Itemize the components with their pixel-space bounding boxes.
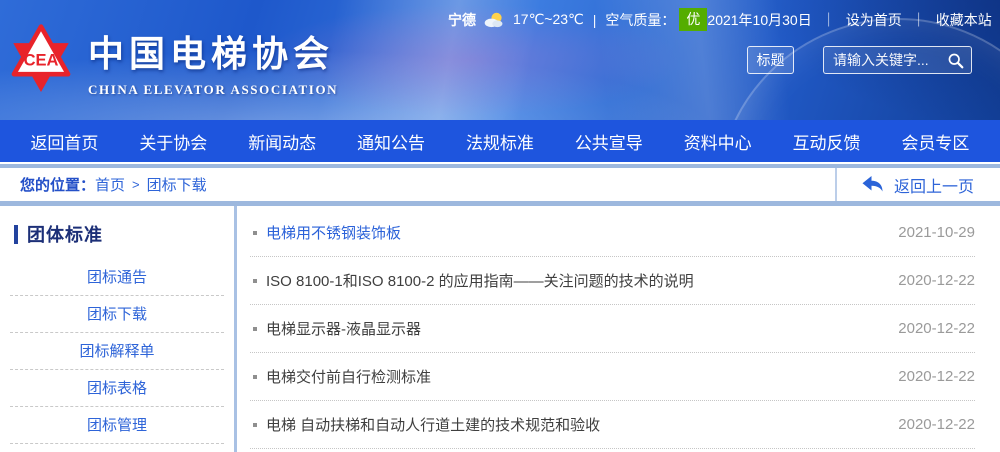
nav-item-members[interactable]: 会员专区 bbox=[901, 129, 969, 154]
nav-item-resources[interactable]: 资料中心 bbox=[684, 129, 752, 154]
sidebar-item-interpretation[interactable]: 团标解释单 bbox=[10, 333, 224, 370]
nav-item-home[interactable]: 返回首页 bbox=[30, 129, 98, 154]
article-date: 2021-10-29 bbox=[898, 224, 975, 241]
article-link[interactable]: ISO 8100-1和ISO 8100-2 的应用指南——关注问题的技术的说明 bbox=[266, 270, 878, 291]
sidebar-item-forms[interactable]: 团标表格 bbox=[10, 370, 224, 407]
topbar-separator: ｜ bbox=[822, 10, 836, 30]
article-link[interactable]: 电梯用不锈钢装饰板 bbox=[266, 222, 878, 243]
bullet-icon bbox=[253, 423, 257, 427]
article-date: 2020-12-22 bbox=[898, 272, 975, 289]
cea-logo[interactable]: CEA bbox=[8, 23, 74, 95]
list-item: ISO 8100-1和ISO 8100-2 的应用指南——关注问题的技术的说明 … bbox=[250, 257, 975, 305]
air-quality-badge: 优 bbox=[679, 8, 707, 31]
content-area: 团体标准 团标通告 团标下载 团标解释单 团标表格 团标管理 电梯用不锈钢装饰板… bbox=[0, 206, 1000, 452]
bullet-icon bbox=[253, 375, 257, 379]
list-item: 电梯显示器-液晶显示器 2020-12-22 bbox=[250, 305, 975, 353]
search-box bbox=[823, 46, 972, 74]
article-link[interactable]: 电梯 自动扶梯和自动人行道土建的技术规范和验收 bbox=[266, 414, 878, 435]
breadcrumb-home-link[interactable]: 首页 bbox=[95, 174, 125, 195]
hexagram-star-icon: CEA bbox=[8, 23, 74, 95]
back-button-label: 返回上一页 bbox=[894, 173, 974, 197]
nav-item-notices[interactable]: 通知公告 bbox=[357, 129, 425, 154]
search-area: 标题 bbox=[747, 46, 972, 74]
back-button[interactable]: 返回上一页 bbox=[835, 168, 1000, 201]
sidebar: 团体标准 团标通告 团标下载 团标解释单 团标表格 团标管理 bbox=[0, 206, 237, 452]
topbar-separator: | bbox=[593, 12, 597, 28]
bullet-icon bbox=[253, 279, 257, 283]
set-home-link[interactable]: 设为首页 bbox=[846, 10, 902, 30]
breadcrumb: 您的位置： 首页 > 团标下载 bbox=[0, 174, 207, 195]
breadcrumb-label: 您的位置： bbox=[20, 174, 95, 195]
temperature-range: 17℃~23℃ bbox=[513, 11, 584, 28]
nav-item-publicity[interactable]: 公共宣导 bbox=[575, 129, 643, 154]
nav-item-feedback[interactable]: 互动反馈 bbox=[793, 129, 861, 154]
site-title: 中国电梯协会 bbox=[88, 25, 338, 77]
back-arrow-icon bbox=[861, 175, 884, 194]
bullet-icon bbox=[253, 231, 257, 235]
article-date: 2020-12-22 bbox=[898, 368, 975, 385]
site-subtitle: CHINA ELEVATOR ASSOCIATION bbox=[88, 82, 338, 98]
nav-item-about[interactable]: 关于协会 bbox=[139, 129, 207, 154]
nav-item-standards[interactable]: 法规标准 bbox=[466, 129, 534, 154]
list-item: 电梯 自动扶梯和自动人行道土建的技术规范和验收 2020-12-22 bbox=[250, 401, 975, 449]
breadcrumb-separator: > bbox=[132, 177, 140, 192]
bullet-icon bbox=[253, 327, 257, 331]
breadcrumb-current-link[interactable]: 团标下载 bbox=[147, 174, 207, 195]
favorite-link[interactable]: 收藏本站 bbox=[936, 10, 992, 30]
article-link[interactable]: 电梯交付前自行检测标准 bbox=[266, 366, 878, 387]
search-icon[interactable] bbox=[947, 52, 964, 74]
sidebar-item-download[interactable]: 团标下载 bbox=[10, 296, 224, 333]
nav-item-news[interactable]: 新闻动态 bbox=[248, 129, 316, 154]
list-item: 电梯用不锈钢装饰板 2021-10-29 bbox=[250, 209, 975, 257]
article-date: 2020-12-22 bbox=[898, 416, 975, 433]
title-accent-bar bbox=[14, 225, 18, 244]
topbar: 宁德 17℃~23℃ | 空气质量： 优 2021年10月30日 ｜ 设为首页 … bbox=[448, 8, 987, 31]
main-nav: 返回首页 关于协会 新闻动态 通知公告 法规标准 公共宣导 资料中心 互动反馈 … bbox=[0, 120, 1000, 162]
weather-city: 宁德 bbox=[448, 10, 476, 30]
article-link[interactable]: 电梯显示器-液晶显示器 bbox=[266, 318, 878, 339]
site-header: CEA 中国电梯协会 CHINA ELEVATOR ASSOCIATION 宁德… bbox=[0, 0, 1000, 120]
weather-icon bbox=[483, 11, 505, 28]
article-list: 电梯用不锈钢装饰板 2021-10-29 ISO 8100-1和ISO 8100… bbox=[237, 206, 1000, 452]
page: CEA 中国电梯协会 CHINA ELEVATOR ASSOCIATION 宁德… bbox=[0, 0, 1000, 452]
air-quality-label: 空气质量： bbox=[605, 10, 675, 30]
logo-text: CEA bbox=[24, 52, 59, 70]
breadcrumb-bar: 您的位置： 首页 > 团标下载 返回上一页 bbox=[0, 164, 1000, 206]
sidebar-item-management[interactable]: 团标管理 bbox=[10, 407, 224, 444]
sidebar-title-block: 团体标准 bbox=[0, 221, 234, 247]
list-item: 电梯交付前自行检测标准 2020-12-22 bbox=[250, 353, 975, 401]
topbar-separator: ｜ bbox=[912, 10, 926, 30]
sidebar-title: 团体标准 bbox=[27, 221, 103, 247]
search-category-button[interactable]: 标题 bbox=[747, 46, 794, 74]
current-date: 2021年10月30日 bbox=[707, 10, 811, 30]
sidebar-item-notice[interactable]: 团标通告 bbox=[10, 259, 224, 296]
article-date: 2020-12-22 bbox=[898, 320, 975, 337]
brand-block: 中国电梯协会 CHINA ELEVATOR ASSOCIATION bbox=[88, 25, 338, 98]
